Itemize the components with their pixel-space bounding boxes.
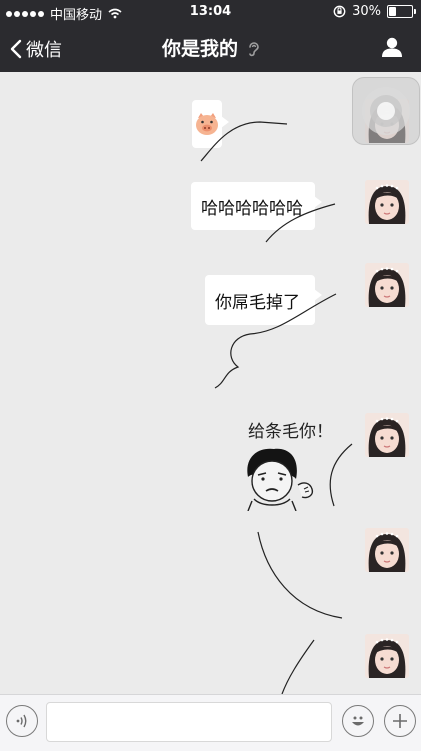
chat-title: 你是我的 xyxy=(0,34,421,61)
sticker-caption: 给条毛你！ xyxy=(248,422,333,442)
status-right: 30% xyxy=(333,4,416,19)
avatar[interactable] xyxy=(365,413,409,457)
voice-button[interactable] xyxy=(6,705,38,737)
emoji-button[interactable] xyxy=(342,705,374,737)
assistive-touch-button[interactable] xyxy=(352,77,420,145)
message-bubble[interactable]: 你屌毛掉了 xyxy=(205,275,322,325)
avatar[interactable] xyxy=(365,634,409,678)
battery-fill xyxy=(389,7,396,16)
input-bar xyxy=(0,694,421,751)
chat-area[interactable]: 哈哈哈哈哈哈 你屌毛掉了 给条毛你！ xyxy=(0,72,421,694)
message-bubble[interactable]: 哈哈哈哈哈哈 xyxy=(191,182,322,230)
meme-face-sticker xyxy=(247,448,314,511)
message-input[interactable] xyxy=(46,702,332,742)
avatar[interactable] xyxy=(365,180,409,224)
scribble-strokes xyxy=(200,121,353,694)
sticker-message[interactable]: 给条毛你！ xyxy=(238,417,348,517)
pig-face-icon xyxy=(196,113,218,135)
message-text: 你屌毛掉了 xyxy=(215,292,300,313)
plus-icon xyxy=(393,714,407,728)
avatar[interactable] xyxy=(365,263,409,307)
status-bar: 中国移动 13:04 30% xyxy=(0,0,421,24)
avatar[interactable] xyxy=(365,528,409,572)
message-bubble-emoji[interactable] xyxy=(192,100,229,148)
battery-percent: 30% xyxy=(352,4,381,19)
battery-icon xyxy=(387,5,416,18)
contact-name: 你是我的 xyxy=(162,38,239,60)
person-icon xyxy=(382,37,402,57)
ear-icon xyxy=(242,42,259,59)
profile-button[interactable] xyxy=(381,36,403,62)
message-text: 哈哈哈哈哈哈 xyxy=(201,198,303,219)
chat-header: 微信 你是我的 xyxy=(0,24,421,72)
rotation-lock-icon xyxy=(333,5,346,18)
smiley-icon xyxy=(352,716,364,726)
more-button[interactable] xyxy=(384,705,416,737)
voice-icon xyxy=(16,714,27,728)
